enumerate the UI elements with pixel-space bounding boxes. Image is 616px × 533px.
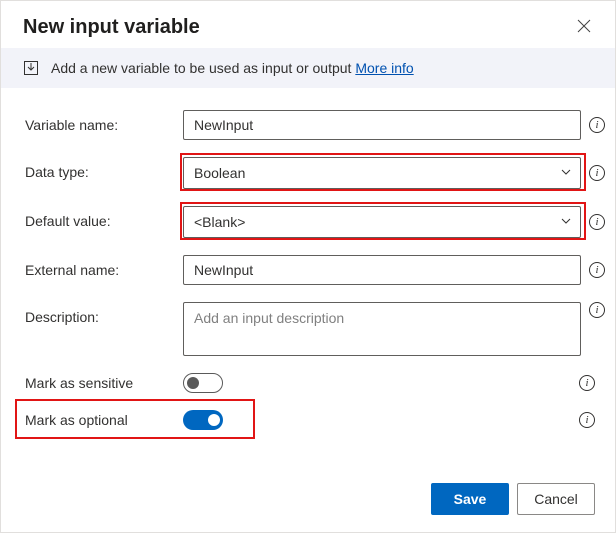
info-icon[interactable]: i xyxy=(579,375,595,391)
info-icon[interactable]: i xyxy=(589,214,605,230)
data-type-select[interactable]: Boolean xyxy=(183,157,581,189)
label-description: Description: xyxy=(25,302,183,325)
external-name-input[interactable] xyxy=(183,255,581,285)
info-icon[interactable]: i xyxy=(579,412,595,428)
default-value-select[interactable]: <Blank> xyxy=(183,206,581,238)
close-button[interactable] xyxy=(573,15,595,40)
info-icon[interactable]: i xyxy=(589,302,605,318)
dialog-footer: Save Cancel xyxy=(431,483,595,515)
description-input[interactable] xyxy=(183,302,581,356)
dialog-title: New input variable xyxy=(23,16,200,39)
row-default-value: Default value: <Blank> i xyxy=(25,206,595,238)
row-variable-name: Variable name: i xyxy=(25,110,595,140)
label-mark-optional: Mark as optional xyxy=(25,412,183,428)
mark-sensitive-toggle[interactable] xyxy=(183,373,223,393)
variable-name-input[interactable] xyxy=(183,110,581,140)
label-default-value: Default value: xyxy=(25,206,183,229)
form-area: Variable name: i Data type: Boolean i De… xyxy=(1,88,615,430)
default-value-value: <Blank> xyxy=(194,214,245,230)
row-description: Description: i xyxy=(25,302,595,356)
download-into-box-icon xyxy=(23,60,39,76)
row-external-name: External name: i xyxy=(25,255,595,285)
dialog-header: New input variable xyxy=(1,1,615,48)
chevron-down-icon xyxy=(560,215,572,230)
label-data-type: Data type: xyxy=(25,157,183,180)
info-icon[interactable]: i xyxy=(589,262,605,278)
info-text: Add a new variable to be used as input o… xyxy=(51,60,414,76)
label-variable-name: Variable name: xyxy=(25,110,183,133)
mark-optional-toggle[interactable] xyxy=(183,410,223,430)
label-external-name: External name: xyxy=(25,255,183,278)
row-data-type: Data type: Boolean i xyxy=(25,157,595,189)
chevron-down-icon xyxy=(560,166,572,181)
row-mark-optional: Mark as optional i xyxy=(25,410,595,430)
label-mark-sensitive: Mark as sensitive xyxy=(25,375,183,391)
save-button[interactable]: Save xyxy=(431,483,509,515)
info-bar: Add a new variable to be used as input o… xyxy=(1,48,615,88)
more-info-link[interactable]: More info xyxy=(355,60,413,76)
row-mark-sensitive: Mark as sensitive i xyxy=(25,373,595,393)
cancel-button[interactable]: Cancel xyxy=(517,483,595,515)
info-icon[interactable]: i xyxy=(589,117,605,133)
close-icon xyxy=(577,19,591,33)
info-icon[interactable]: i xyxy=(589,165,605,181)
data-type-value: Boolean xyxy=(194,165,245,181)
